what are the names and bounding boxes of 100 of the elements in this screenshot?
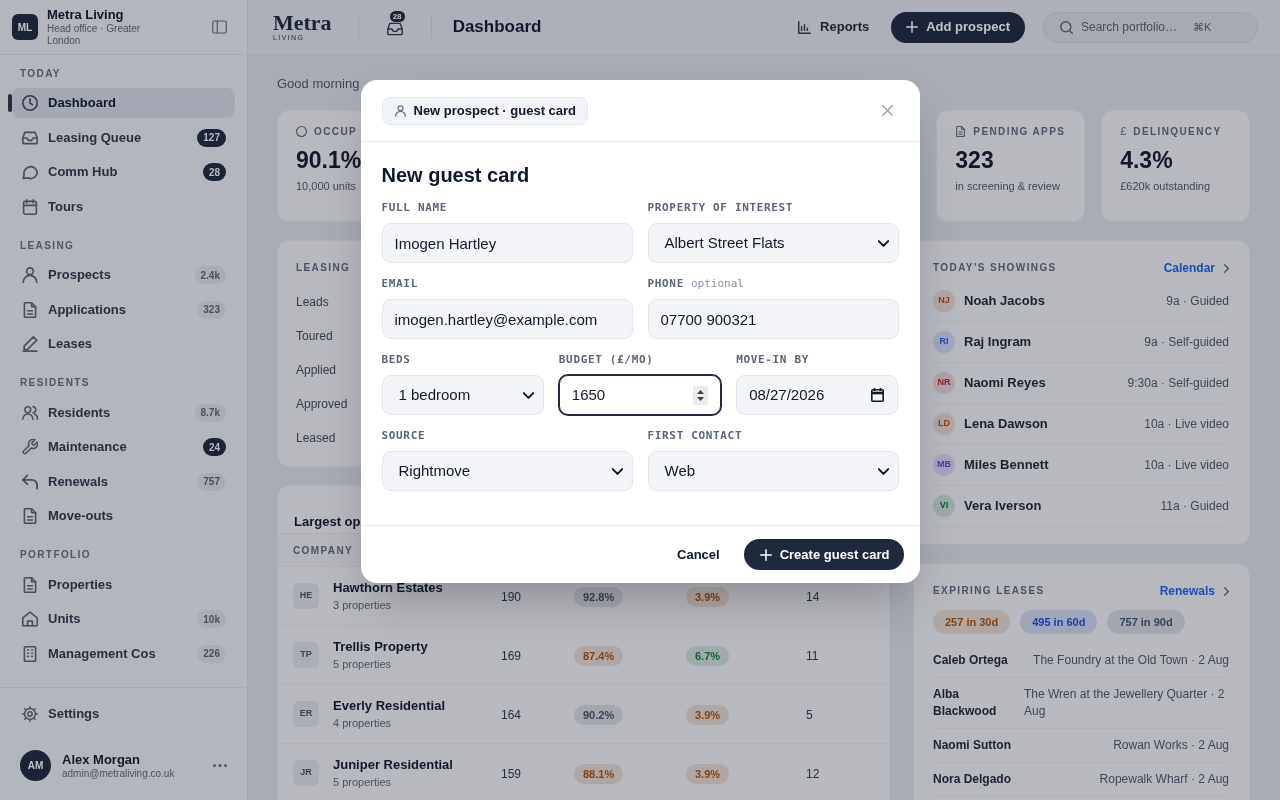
close-button[interactable] bbox=[879, 103, 895, 118]
stat-note: 10,000 units bbox=[296, 179, 356, 194]
text-input[interactable]: Imogen Hartley bbox=[381, 223, 633, 263]
lease-detail: The Foundry at the Old Town · 2 Aug bbox=[1033, 652, 1229, 669]
count-badge: 127 bbox=[197, 128, 226, 147]
select-field[interactable]: Rightmove bbox=[381, 451, 633, 491]
nav-item[interactable]: Leases bbox=[12, 329, 235, 359]
count-badge: 2.4k bbox=[194, 266, 226, 284]
lease-detail: The Wren at the Jewellery Quarter · 2 Aug bbox=[1024, 686, 1226, 720]
table-cell: 164 bbox=[501, 708, 522, 722]
resident-name: Alba Blackwood bbox=[933, 686, 998, 720]
nav-item[interactable]: Comm Hub 28 bbox=[12, 157, 235, 187]
field-label: PROPERTY OF INTEREST bbox=[647, 199, 794, 216]
search-icon bbox=[1060, 20, 1073, 34]
text-input[interactable]: imogen.hartley@example.com bbox=[381, 299, 633, 339]
count-badge: 323 bbox=[197, 300, 226, 319]
select-field[interactable]: Web bbox=[647, 451, 899, 491]
nav-item[interactable]: Renewals 757 bbox=[12, 466, 235, 497]
column-header: COMPANY bbox=[293, 543, 354, 558]
document-icon bbox=[955, 125, 967, 137]
nav-item[interactable]: Move-outs bbox=[12, 501, 235, 531]
wrench-icon bbox=[22, 439, 38, 455]
chat-bubble-icon bbox=[22, 164, 38, 180]
stat-note: £620k outstanding bbox=[1120, 179, 1211, 194]
company-name: Juniper Residential bbox=[333, 756, 453, 773]
section-title: TODAY bbox=[20, 66, 61, 81]
initials-avatar: NJ bbox=[933, 290, 955, 312]
person-icon bbox=[394, 104, 406, 117]
stat-label: DELINQUENCY bbox=[1133, 124, 1222, 139]
lease-detail: Rowan Works · 2 Aug bbox=[1113, 737, 1229, 754]
showing-time: 10a · Live video bbox=[1144, 457, 1229, 474]
nav-item[interactable]: Leasing Queue 127 bbox=[12, 122, 235, 153]
status-pill: 90.2% bbox=[574, 705, 624, 726]
circle-icon bbox=[296, 125, 307, 137]
status-pill: 87.4% bbox=[574, 646, 624, 667]
nav-item[interactable]: Maintenance 24 bbox=[12, 432, 235, 462]
funnel-stage: Leads bbox=[296, 294, 329, 311]
document-icon bbox=[22, 576, 38, 593]
section-title: PORTFOLIO bbox=[20, 548, 91, 562]
chevron-right-icon bbox=[1224, 263, 1229, 273]
create-guest-card-button[interactable]: Create guest card bbox=[743, 539, 904, 570]
table-cell: 14 bbox=[806, 590, 820, 604]
plus-icon bbox=[759, 548, 772, 561]
nav-item[interactable]: Applications 323 bbox=[12, 294, 235, 325]
table-cell: 159 bbox=[501, 767, 522, 781]
nav-item[interactable]: Management Cos 226 bbox=[12, 638, 235, 669]
page-title: Dashboard bbox=[452, 16, 542, 39]
card-link[interactable]: Renewals bbox=[1159, 582, 1215, 600]
spinner-icon bbox=[693, 385, 709, 405]
optional-note: optional bbox=[690, 275, 744, 292]
select-field[interactable]: 1 bedroom bbox=[381, 375, 544, 415]
initials-avatar: TP bbox=[293, 642, 319, 668]
property-count: 4 properties bbox=[333, 715, 392, 731]
more-icon[interactable] bbox=[213, 764, 227, 767]
nav-item[interactable]: Prospects 2.4k bbox=[12, 260, 235, 290]
count-badge: 10k bbox=[197, 610, 226, 628]
table-cell: 169 bbox=[501, 649, 522, 663]
prospect-name: Naomi Reyes bbox=[964, 374, 1046, 393]
chevron-down-icon bbox=[877, 239, 889, 247]
nav-item[interactable]: Settings bbox=[12, 699, 235, 729]
chevron-down-icon bbox=[522, 391, 534, 399]
prospect-name: Miles Bennett bbox=[964, 456, 1049, 475]
logo-badge: ML bbox=[12, 14, 38, 40]
chevron-right-icon bbox=[1224, 586, 1229, 596]
sidebar-toggle-icon bbox=[212, 20, 227, 34]
property-count: 5 properties bbox=[333, 656, 392, 672]
funnel-stage: Approved bbox=[296, 396, 348, 413]
company-name: Everly Residential bbox=[333, 697, 445, 714]
document-icon bbox=[22, 301, 38, 318]
showing-time: 9a · Self-guided bbox=[1144, 334, 1229, 351]
select-field[interactable]: Albert Street Flats bbox=[647, 223, 899, 263]
search-field[interactable]: Search portfolio… ⌘K bbox=[1043, 11, 1258, 43]
stat-label: PENDING APPS bbox=[973, 124, 1066, 139]
nav-item[interactable]: Properties bbox=[12, 569, 235, 600]
field-label: FIRST CONTACT bbox=[647, 427, 743, 444]
calendar-icon bbox=[22, 198, 38, 215]
showing-time: 11a · Guided bbox=[1160, 498, 1229, 515]
initials-avatar: HE bbox=[293, 583, 319, 609]
filter-chip[interactable]: 495 in 60d bbox=[1020, 610, 1098, 634]
nav-item[interactable]: Units 10k bbox=[12, 604, 235, 634]
stat-value: 4.3% bbox=[1120, 146, 1173, 175]
nav-item[interactable]: Residents 8.7k bbox=[12, 397, 235, 428]
card-title: TODAY'S SHOWINGS bbox=[933, 262, 1057, 274]
nav-item[interactable]: Tours bbox=[12, 191, 235, 222]
initials-avatar: LD bbox=[933, 413, 955, 435]
section-title: LEASING bbox=[20, 238, 75, 253]
reports-button[interactable]: Reports bbox=[798, 17, 870, 37]
add-prospect-button[interactable]: Add prospect bbox=[891, 11, 1025, 43]
card-link[interactable]: Calendar bbox=[1163, 259, 1215, 277]
user-email: admin@metraliving.co.uk bbox=[62, 767, 175, 780]
status-pill: 3.9% bbox=[686, 587, 730, 608]
initials-avatar: MB bbox=[933, 454, 955, 476]
filter-chip[interactable]: 757 in 90d bbox=[1107, 610, 1185, 634]
prospect-name: Raj Ingram bbox=[964, 333, 1032, 352]
date-field[interactable]: 08/27/2026 bbox=[736, 375, 899, 415]
text-input[interactable]: 07700 900321 bbox=[647, 299, 899, 339]
count-badge: 757 bbox=[197, 472, 226, 491]
cancel-button[interactable]: Cancel bbox=[677, 544, 720, 565]
initials-avatar: RI bbox=[933, 331, 955, 353]
number-input[interactable]: 1650 bbox=[558, 375, 722, 415]
